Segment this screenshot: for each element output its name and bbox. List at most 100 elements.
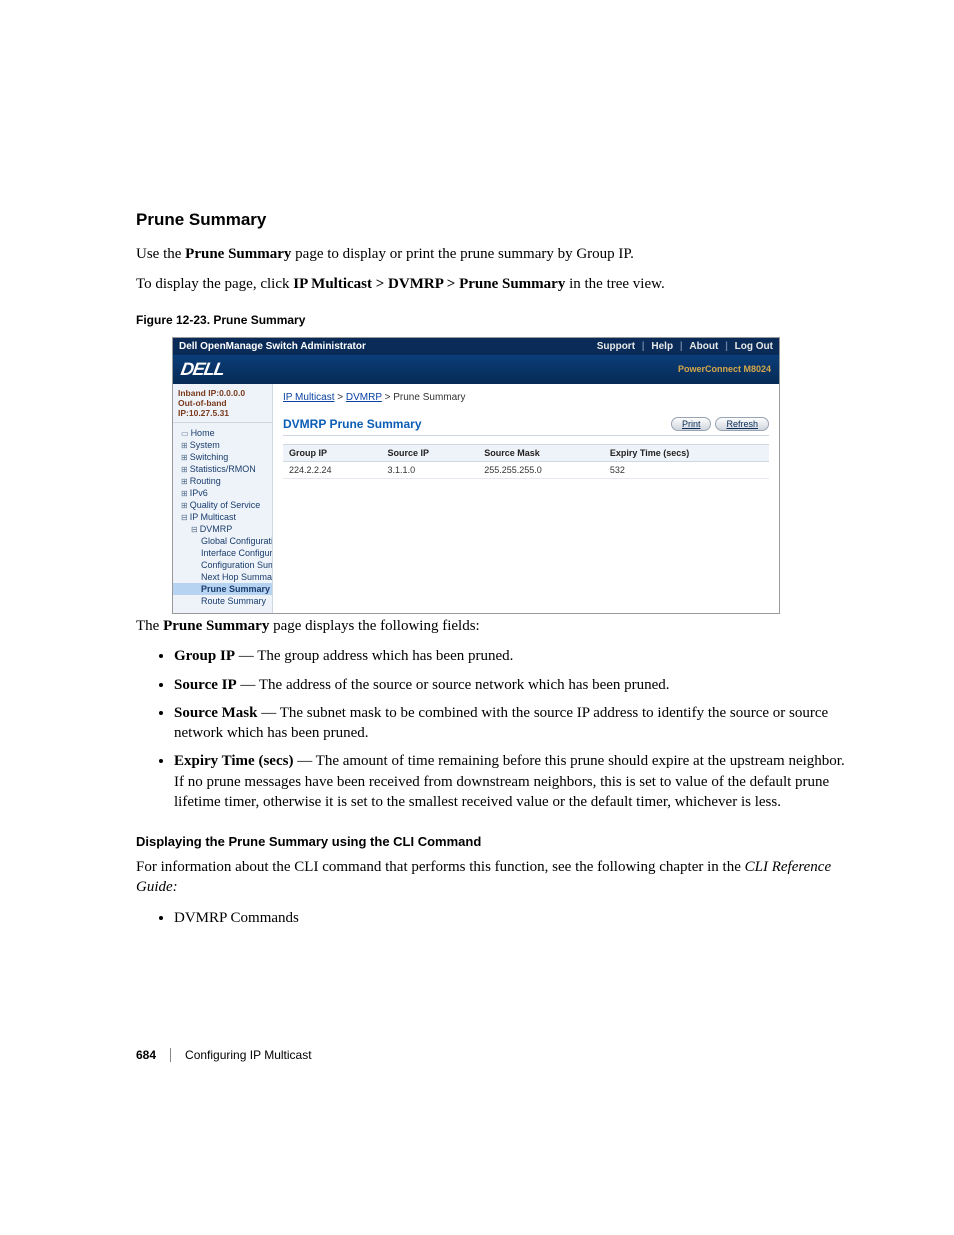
term: Source IP xyxy=(174,677,237,693)
nav-dvmrp[interactable]: ⊟DVMRP xyxy=(173,523,272,535)
logo-band: DELL PowerConnect M8024 xyxy=(173,355,779,384)
col-source-ip: Source IP xyxy=(382,444,479,461)
cell-source-ip: 3.1.1.0 xyxy=(382,461,479,478)
nav-ipv6[interactable]: ⊞IPv6 xyxy=(173,487,272,499)
text: For information about the CLI command th… xyxy=(136,859,745,875)
nav-system[interactable]: ⊞System xyxy=(173,439,272,451)
nav-config-summary[interactable]: Configuration Summa xyxy=(173,559,272,571)
collapse-icon: ⊟ xyxy=(191,525,198,534)
intro-paragraph-2: To display the page, click IP Multicast … xyxy=(136,274,849,294)
nav-label: Home xyxy=(191,428,215,438)
table-header-row: Group IP Source IP Source Mask Expiry Ti… xyxy=(283,444,769,461)
term: Group IP xyxy=(174,648,235,664)
nav-label: Route Summary xyxy=(201,596,266,606)
table-row: 224.2.2.24 3.1.1.0 255.255.255.0 532 xyxy=(283,461,769,478)
term: Source Mask xyxy=(174,705,257,721)
nav-label: IP Multicast xyxy=(190,512,236,522)
nav-interface-config[interactable]: Interface Configuration xyxy=(173,547,272,559)
logout-link[interactable]: Log Out xyxy=(735,341,773,352)
term: Prune Summary xyxy=(185,246,291,262)
help-link[interactable]: Help xyxy=(651,341,673,352)
nav-switching[interactable]: ⊞Switching xyxy=(173,451,272,463)
cli-subheading: Displaying the Prune Summary using the C… xyxy=(136,834,849,849)
refresh-button[interactable]: Refresh xyxy=(715,417,769,431)
footer-text: Configuring IP Multicast xyxy=(185,1048,312,1062)
cell-source-mask: 255.255.255.0 xyxy=(478,461,604,478)
col-group-ip: Group IP xyxy=(283,444,382,461)
text: page to display or print the prune summa… xyxy=(291,246,633,262)
nav-qos[interactable]: ⊞Quality of Service xyxy=(173,499,272,511)
nav-route-summary[interactable]: Route Summary xyxy=(173,595,272,607)
term: Prune Summary xyxy=(163,618,269,634)
nav-label: Switching xyxy=(190,452,229,462)
expand-icon: ⊞ xyxy=(181,465,188,474)
top-links: Support | Help | About | Log Out xyxy=(593,341,773,352)
figure-caption: Figure 12-23. Prune Summary xyxy=(136,313,849,327)
list-item: Source Mask — The subnet mask to be comb… xyxy=(174,703,849,744)
window-title: Dell OpenManage Switch Administrator xyxy=(179,341,366,352)
nav-global-config[interactable]: Global Configuration xyxy=(173,535,272,547)
nav-label: Next Hop Summary xyxy=(201,572,272,582)
support-link[interactable]: Support xyxy=(597,341,635,352)
expand-icon: ⊞ xyxy=(181,489,188,498)
main-panel: IP Multicast > DVMRP > Prune Summary DVM… xyxy=(273,384,779,614)
nav-prune-summary[interactable]: Prune Summary xyxy=(173,583,272,595)
nav-statistics[interactable]: ⊞Statistics/RMON xyxy=(173,463,272,475)
breadcrumb-ipmulticast[interactable]: IP Multicast xyxy=(283,392,335,403)
page-footer: 684 Configuring IP Multicast xyxy=(136,1048,849,1062)
nav-label: Configuration Summa xyxy=(201,560,272,570)
col-expiry: Expiry Time (secs) xyxy=(604,444,769,461)
nav-label: Quality of Service xyxy=(190,500,261,510)
print-button[interactable]: Print xyxy=(671,417,712,431)
list-item: Expiry Time (secs) — The amount of time … xyxy=(174,751,849,812)
nav-list: ▭Home ⊞System ⊞Switching ⊞Statistics/RMO… xyxy=(173,427,272,613)
list-item: DVMRP Commands xyxy=(174,908,849,928)
text: Use the xyxy=(136,246,185,262)
breadcrumb-current: Prune Summary xyxy=(393,392,465,403)
desc: — The group address which has been prune… xyxy=(235,648,513,664)
nav-tree: Inband IP:0.0.0.0 Out-of-band IP:10.27.5… xyxy=(173,384,273,614)
cell-group-ip: 224.2.2.24 xyxy=(283,461,382,478)
term: Expiry Time (secs) xyxy=(174,753,293,769)
text: The xyxy=(136,618,163,634)
text: To display the page, click xyxy=(136,276,293,292)
nav-home[interactable]: ▭Home xyxy=(173,427,272,439)
collapse-icon: ⊟ xyxy=(181,513,188,522)
desc: — The address of the source or source ne… xyxy=(237,677,670,693)
cell-expiry: 532 xyxy=(604,461,769,478)
embedded-screenshot: Dell OpenManage Switch Administrator Sup… xyxy=(172,337,780,615)
nav-label: Global Configuration xyxy=(201,536,272,546)
breadcrumb: IP Multicast > DVMRP > Prune Summary xyxy=(283,392,769,403)
intro-paragraph-1: Use the Prune Summary page to display or… xyxy=(136,244,849,264)
prune-table: Group IP Source IP Source Mask Expiry Ti… xyxy=(283,444,769,479)
post-figure-paragraph: The Prune Summary page displays the foll… xyxy=(136,616,849,636)
product-name: PowerConnect M8024 xyxy=(678,364,771,374)
text: in the tree view. xyxy=(565,276,664,292)
about-link[interactable]: About xyxy=(689,341,718,352)
nav-label: IPv6 xyxy=(190,488,208,498)
cli-bullet-list: DVMRP Commands xyxy=(136,908,849,928)
outofband-ip: Out-of-band IP:10.27.5.31 xyxy=(178,398,267,418)
path: IP Multicast > DVMRP > Prune Summary xyxy=(293,276,565,292)
desc: — The subnet mask to be combined with th… xyxy=(174,705,828,741)
nav-routing[interactable]: ⊞Routing xyxy=(173,475,272,487)
window-titlebar: Dell OpenManage Switch Administrator Sup… xyxy=(173,338,779,355)
expand-icon: ⊞ xyxy=(181,501,188,510)
panel-title: DVMRP Prune Summary xyxy=(283,417,422,431)
list-item: Group IP — The group address which has b… xyxy=(174,646,849,666)
nav-label: System xyxy=(190,440,220,450)
list-item: Source IP — The address of the source or… xyxy=(174,675,849,695)
dell-logo: DELL xyxy=(179,359,226,380)
footer-divider xyxy=(170,1048,171,1062)
nav-nexthop-summary[interactable]: Next Hop Summary xyxy=(173,571,272,583)
ip-info: Inband IP:0.0.0.0 Out-of-band IP:10.27.5… xyxy=(173,384,272,424)
cli-paragraph: For information about the CLI command th… xyxy=(136,857,849,898)
breadcrumb-dvmrp[interactable]: DVMRP xyxy=(346,392,382,403)
expand-icon: ⊞ xyxy=(181,441,188,450)
nav-label: DVMRP xyxy=(200,524,233,534)
page-number: 684 xyxy=(136,1048,156,1062)
text: page displays the following fields: xyxy=(269,618,479,634)
nav-ipmulticast[interactable]: ⊟IP Multicast xyxy=(173,511,272,523)
nav-label: Statistics/RMON xyxy=(190,464,256,474)
nav-label: Prune Summary xyxy=(201,584,270,594)
